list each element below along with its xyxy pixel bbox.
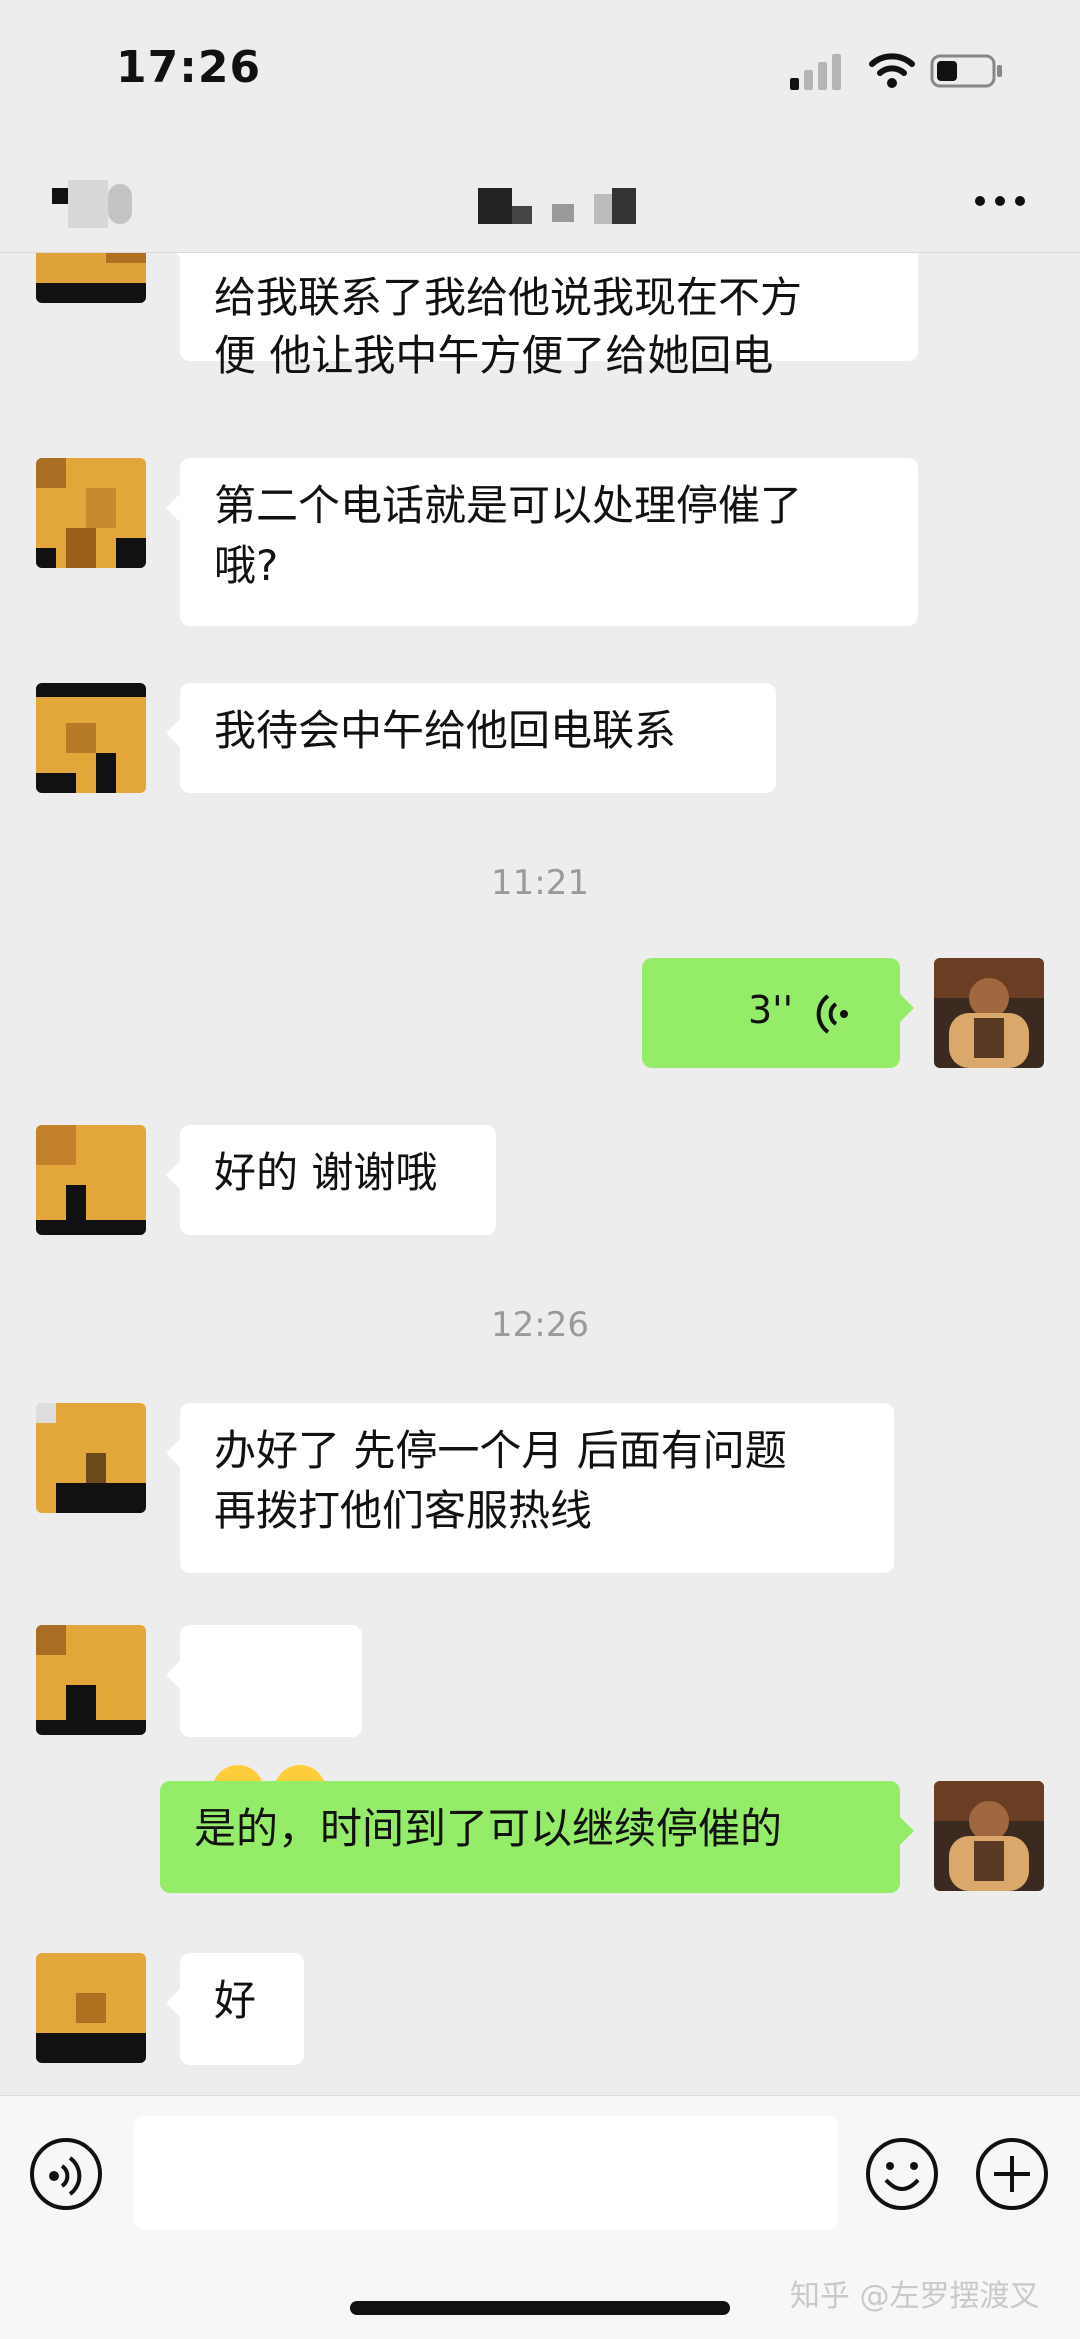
signal-icon — [790, 54, 841, 90]
message-bubble[interactable]: 好的 谢谢哦 — [166, 1125, 496, 1235]
plus-icon[interactable] — [974, 2136, 1050, 2212]
back-icon[interactable] — [52, 180, 158, 228]
contact-avatar[interactable] — [36, 458, 146, 568]
message-bubble[interactable]: 我待会中午给他回电联系 — [166, 683, 776, 793]
chat-header — [0, 140, 1080, 253]
status-bar: 17:26 — [0, 0, 1080, 140]
voice-wave-icon — [816, 994, 848, 1034]
voice-input-icon[interactable] — [28, 2136, 104, 2212]
message-timestamp: 12:26 — [491, 1305, 589, 1345]
voice-duration: 3'' — [748, 988, 794, 1032]
home-indicator[interactable] — [350, 2301, 730, 2315]
watermark: 知乎 @左罗摆渡叉 — [790, 2279, 1040, 2314]
contact-avatar[interactable] — [36, 1125, 146, 1235]
contact-avatar[interactable] — [36, 1403, 146, 1513]
message-bubble[interactable]: 给我联系了我给他说我现在不方 便 他让我中午方便了给她回电 — [166, 253, 918, 380]
wifi-icon — [869, 53, 915, 88]
battery-icon — [930, 54, 1002, 88]
contact-avatar[interactable] — [36, 253, 146, 303]
voice-message-bubble[interactable]: 3'' — [642, 958, 914, 1068]
contact-avatar[interactable] — [36, 1953, 146, 2063]
self-avatar[interactable] — [934, 1781, 1044, 1891]
message-timestamp: 11:21 — [491, 863, 589, 903]
blurred-title-icon — [478, 188, 636, 224]
input-bar: 知乎 @左罗摆渡叉 — [0, 2095, 1080, 2339]
message-bubble[interactable]: 第二个电话就是可以处理停催了 哦? — [166, 458, 918, 626]
contact-avatar[interactable] — [36, 1625, 146, 1735]
contact-avatar[interactable] — [36, 683, 146, 793]
message-bubble[interactable]: 办好了 先停一个月 后面有问题 再拨打他们客服热线 — [166, 1403, 894, 1573]
more-icon[interactable] — [972, 192, 1028, 210]
message-bubble[interactable]: 好 — [166, 1953, 304, 2065]
message-input[interactable] — [134, 2116, 838, 2230]
emoji-message-bubble[interactable]: 😌😌 — [166, 1625, 362, 1817]
message-bubble[interactable]: 是的，时间到了可以继续停催的 — [160, 1781, 914, 1893]
status-time: 17:26 — [116, 42, 262, 93]
self-avatar[interactable] — [934, 958, 1044, 1068]
chat-title — [478, 186, 648, 226]
message-list[interactable]: 给我联系了我给他说我现在不方 便 他让我中午方便了给她回电 第二个电话就是可以处… — [0, 253, 1080, 2095]
emoji-icon[interactable] — [864, 2136, 940, 2212]
